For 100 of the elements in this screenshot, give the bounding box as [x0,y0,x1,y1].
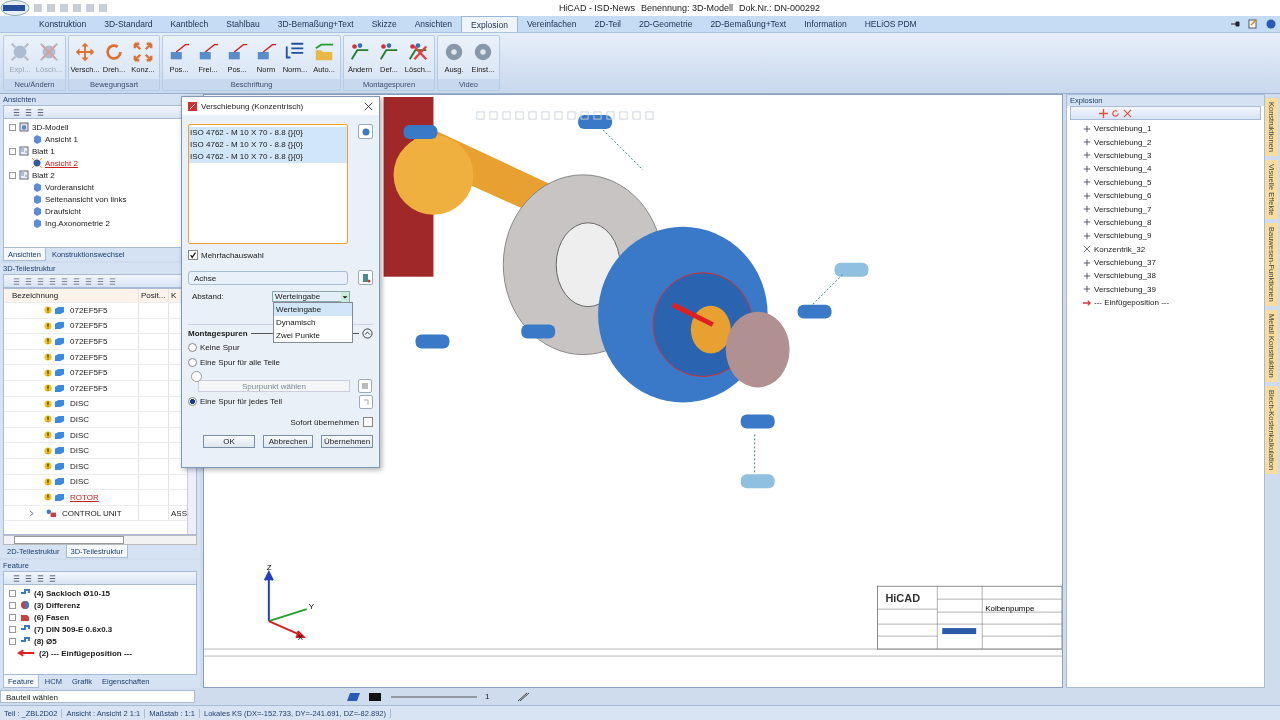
scale-arrows-icon[interactable] [1123,108,1132,118]
radio-button[interactable] [188,358,197,367]
feature-tool-icon[interactable] [12,573,21,583]
ribbon-tab[interactable]: Skizze [362,16,406,32]
feature-item[interactable]: (8) Ø5 [34,636,57,646]
column-header[interactable]: Bezeichnung [4,289,139,302]
ribbon-tab[interactable]: Explosion [461,16,518,32]
line-width-value[interactable]: 1 [485,692,509,701]
ribbon-tab[interactable]: 3D-Standard [95,16,162,32]
tree-item[interactable]: Blatt 2 [32,170,55,180]
tree-item[interactable]: 3D-Modell [32,122,69,132]
explosion-step[interactable]: Verschiebung_7 [1094,204,1152,214]
ribbon-tab[interactable]: Kantblech [161,16,218,32]
ribbon-tab[interactable]: Information [795,16,856,32]
explosion-step[interactable]: Verschiebung_4 [1094,164,1152,174]
ribbon-tab[interactable]: 2D-Bemaßung+Text [701,16,796,32]
explosion-step[interactable]: Verschiebung_2 [1094,137,1152,147]
dialog-button[interactable]: OK [203,435,255,448]
feature-tool-icon[interactable] [36,573,45,583]
dropdown-option[interactable]: Werteingabe [274,303,352,316]
list-item[interactable]: ISO 4762 - M 10 X 70 - 8.8 {}{0} [189,139,347,151]
radio-button[interactable] [188,397,197,406]
list-item[interactable]: ISO 4762 - M 10 X 70 - 8.8 {}{0} [189,151,347,163]
axis-pick-button[interactable] [358,270,373,285]
tree-tool-icon[interactable] [12,107,21,117]
structure-tool-icon[interactable] [60,276,69,286]
list-item[interactable]: ISO 4762 - M 10 X 70 - 8.8 {}{0} [189,127,347,139]
close-icon[interactable] [364,101,373,111]
explosion-step[interactable]: Verschiebung_9 [1094,231,1152,241]
part-name[interactable]: DISC [70,399,90,409]
collapse-toggle[interactable] [9,147,16,155]
part-name[interactable]: DISC [70,477,90,487]
tree-item[interactable]: Ing.Axonometrie 2 [45,218,110,228]
explosion-step[interactable]: --- Einfügeposition --- [1094,298,1170,308]
part-name[interactable]: DISC [70,414,90,424]
explosion-step[interactable]: Verschiebung_1 [1094,124,1152,134]
checkbox[interactable] [188,250,198,260]
axis-field[interactable]: Achse [188,270,348,285]
tree-tool-icon[interactable] [36,107,45,117]
feature-item[interactable]: (3) Differenz [34,600,81,610]
structure-tool-icon[interactable] [12,276,21,286]
dialog-button[interactable]: Übernehmen [321,435,373,448]
tree-item[interactable]: Ansicht 2 [45,158,78,168]
structure-tool-icon[interactable] [48,276,57,286]
part-name[interactable]: 072EF5F5 [70,337,108,346]
explosion-step[interactable]: Verschiebung_37 [1094,258,1156,268]
part-name[interactable]: 072EF5F5 [70,352,108,362]
app-menu-icon[interactable] [0,0,30,16]
note-icon[interactable] [1248,19,1258,29]
line-style-icon[interactable] [345,691,361,702]
part-name[interactable]: 072EF5F5 [70,305,108,315]
pick-button[interactable] [358,124,373,139]
selection-list[interactable]: ISO 4762 - M 10 X 70 - 8.8 {}{0} ISO 4762 - M 10 X 70 - 8.8 {}{0} ISO 4762 - M 10 X 70 - 8.8 {}{0} [188,124,348,244]
explosion-step[interactable]: Verschiebung_5 [1094,177,1152,187]
tree-item[interactable]: Ansicht 1 [45,134,78,144]
tree-tool-icon[interactable] [24,107,33,117]
ribbon-tab[interactable]: Vereinfachen [517,16,586,32]
tree-item[interactable]: Vorderansicht [45,182,94,192]
undo-button[interactable] [359,394,373,409]
collapse-toggle[interactable] [9,123,16,131]
collapse-toggle[interactable] [9,171,16,179]
rotate-icon[interactable] [1111,108,1120,118]
move-icon[interactable] [1099,108,1108,118]
feature-item[interactable]: (6) Fasen [34,612,70,622]
feature-item[interactable]: (2) --- Einfügeposition --- [39,648,132,658]
feature-tool-icon[interactable] [24,573,33,583]
pen-icon[interactable] [515,691,531,702]
structure-tool-icon[interactable] [72,276,81,286]
structure-tool-icon[interactable] [24,276,33,286]
collapse-icon[interactable] [362,328,373,339]
explosion-step[interactable]: Verschiebung_6 [1094,191,1152,201]
colour-swatch-icon[interactable] [367,691,383,702]
ribbon-tab[interactable]: Stahlbau [217,16,269,32]
ribbon-tab[interactable]: HELiOS PDM [855,16,926,32]
part-name[interactable]: 072EF5F5 [70,368,108,378]
tree-item[interactable]: Draufsicht [45,206,81,216]
structure-tool-icon[interactable] [84,276,93,286]
ribbon-tab[interactable]: 3D-Bemaßung+Text [268,16,363,32]
checkbox[interactable] [363,417,373,427]
tree-item[interactable]: Seitenansicht von links [45,194,127,204]
help-icon[interactable] [1266,19,1276,29]
part-name[interactable]: 072EF5F5 [70,383,108,393]
part-name[interactable]: DISC [70,430,90,440]
structure-tool-icon[interactable] [108,276,117,286]
ribbon-tab[interactable]: Konstruktion [30,16,96,32]
scrollbar[interactable] [3,535,197,545]
structure-tool-icon[interactable] [96,276,105,286]
explosion-step[interactable]: Verschiebung_38 [1094,271,1156,281]
part-name[interactable]: ROTOR [70,492,99,502]
radio-button[interactable] [188,343,197,352]
dialog-button[interactable]: Abbrechen [263,435,313,448]
feature-tool-icon[interactable] [48,573,57,583]
structure-tool-icon[interactable] [36,276,45,286]
ribbon-tab[interactable]: Ansichten [405,16,462,32]
explosion-step[interactable]: Verschiebung_8 [1094,217,1152,227]
explosion-step[interactable]: Verschiebung_3 [1094,150,1152,160]
feature-item[interactable]: (4) Sackloch Ø10-15 [34,588,111,598]
column-header[interactable]: Posit... [139,289,169,302]
part-name[interactable]: DISC [70,446,90,456]
track-pick-button[interactable] [358,379,372,393]
